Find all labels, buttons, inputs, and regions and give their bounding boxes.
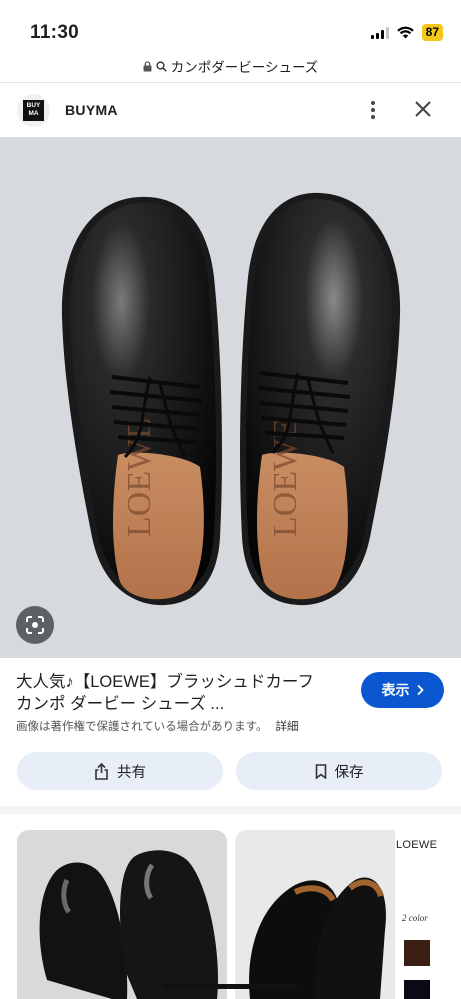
show-button[interactable]: 表示 — [361, 672, 444, 708]
related-color-label: 2 color — [402, 913, 428, 923]
related-brand-label: LOEWE — [396, 839, 438, 851]
save-button[interactable]: 保存 — [236, 752, 442, 790]
site-logo-mark: BUY MA — [23, 99, 44, 121]
related-thumbnail[interactable] — [17, 830, 227, 999]
lock-icon — [143, 60, 152, 71]
related-shoes-image — [17, 830, 227, 999]
more-vert-icon[interactable] — [362, 97, 384, 123]
wifi-icon — [396, 26, 414, 39]
signal-icon — [370, 26, 389, 39]
site-name[interactable]: BUYMA — [65, 102, 118, 118]
home-indicator[interactable] — [163, 984, 299, 989]
result-title[interactable]: 大人気♪【LOEWE】ブラッシュドカーフ カンポ ダービー シューズ ... — [16, 671, 346, 715]
result-title-line2: カンポ ダービー シューズ ... — [16, 695, 225, 713]
battery-indicator: 87 — [421, 24, 443, 41]
url-text: カンポダービーシューズ — [170, 60, 319, 75]
site-header: BUY MA BUYMA — [0, 83, 461, 137]
product-image[interactable]: LOEWE LOEWE — [0, 137, 461, 658]
copyright-text: 画像は著作権で保護されている場合があります。 — [16, 721, 268, 733]
show-button-label: 表示 — [381, 682, 410, 698]
lens-icon[interactable] — [16, 606, 54, 644]
shoes-illustration: LOEWE LOEWE — [61, 192, 401, 606]
search-icon — [156, 60, 167, 72]
result-title-line1: 大人気♪【LOEWE】ブラッシュドカーフ — [16, 673, 314, 691]
status-time: 11:30 — [30, 22, 80, 43]
status-indicators: 87 — [370, 24, 443, 41]
details-link[interactable]: 詳細 — [276, 718, 299, 734]
share-button-label: 共有 — [117, 764, 146, 781]
copyright-note: 画像は著作権で保護されている場合があります。 詳細 — [16, 718, 299, 734]
share-icon — [95, 762, 108, 780]
close-icon[interactable] — [410, 96, 436, 122]
chevron-right-icon — [416, 684, 424, 696]
url-bar[interactable]: カンポダービーシューズ — [0, 52, 461, 80]
status-bar: 11:30 87 — [0, 0, 461, 52]
save-button-label: 保存 — [334, 764, 364, 781]
site-logo[interactable]: BUY MA — [17, 93, 50, 127]
share-button[interactable]: 共有 — [17, 752, 223, 790]
section-divider — [0, 806, 461, 814]
bookmark-icon — [315, 763, 326, 779]
